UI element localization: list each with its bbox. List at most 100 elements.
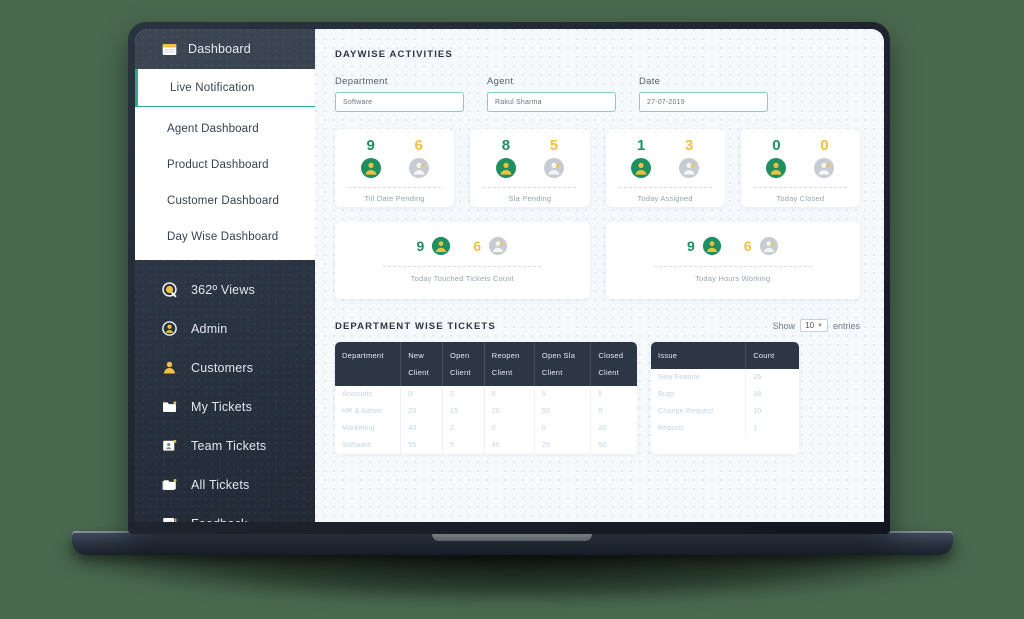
department-table-body: Accounts 0 2 5 5 5 HR & Admin 20 15 20 5… xyxy=(335,386,637,454)
main-content: DAYWISE ACTIVITIES Department Software A… xyxy=(315,29,884,522)
wide-card-today-touched-tickets[interactable]: 9 6 Today Touched Tickets Count xyxy=(335,222,590,299)
table-row[interactable]: Change Request 10 xyxy=(651,403,799,420)
sidebar-item-day-wise-dashboard[interactable]: Day Wise Dashboard xyxy=(135,224,315,250)
agent-avatar-green-icon xyxy=(495,158,516,178)
col-count[interactable]: Count xyxy=(746,342,799,369)
department-table-head: Department New Client Open Client Reopen Cl… xyxy=(335,342,637,386)
stat-card-till-date-pending[interactable]: 9 6 Till Date Pending xyxy=(335,129,455,207)
stat-card-sla-pending[interactable]: 8 5 Sla Pending xyxy=(470,129,590,207)
col-line1: New xyxy=(408,351,425,360)
cell-open: 2 xyxy=(442,420,485,437)
sidebar-item-label: Agent Dashboard xyxy=(167,123,259,135)
sidebar-item-customers[interactable]: Customers xyxy=(135,348,315,387)
cell-count: 10 xyxy=(753,408,762,415)
agent-avatar-gray-icon xyxy=(814,158,835,178)
stat-green-value: 8 xyxy=(501,137,511,154)
wide-card-today-hours-working[interactable]: 9 6 Today Hours Working xyxy=(605,222,860,299)
laptop-lid: Dashboard Live Notification Agent Dashbo… xyxy=(128,22,890,534)
table-header-row: Department New Client Open Client Reopen Cl… xyxy=(335,342,637,386)
col-closed-client[interactable]: Closed Client xyxy=(591,342,637,386)
cell-department: Marketing xyxy=(335,420,402,437)
agent-filter-input[interactable]: Rakul Sharma xyxy=(487,92,616,112)
col-line1: Open xyxy=(450,351,470,360)
sidebar-item-my-tickets[interactable]: My Tickets xyxy=(135,387,315,426)
cell-count: 1 xyxy=(753,425,758,432)
agent-avatar-gray-icon xyxy=(759,236,778,256)
sidebar-item-label: Day Wise Dashboard xyxy=(167,231,279,243)
col-line2: Client xyxy=(598,368,620,377)
cell-department: HR & Admin xyxy=(335,403,402,420)
stat-card-today-assigned[interactable]: 1 3 Today Assigned xyxy=(605,129,725,207)
sidebar-item-team-tickets[interactable]: Team Tickets xyxy=(135,426,315,465)
cell-open-sla: 50 xyxy=(534,403,592,420)
all-tickets-folder-icon xyxy=(162,479,177,491)
sidebar-item-product-dashboard[interactable]: Product Dashboard xyxy=(135,152,315,178)
tables-title: DEPARTMENT WISE TICKETS xyxy=(335,321,496,332)
col-open-sla-client[interactable]: Open Sla Client xyxy=(534,342,592,386)
wide-card-values: 9 6 xyxy=(416,236,508,256)
table-row[interactable]: New Feature 26 xyxy=(651,369,799,386)
agent-avatar-gray-icon xyxy=(679,158,700,178)
table-row[interactable]: Accounts 0 2 5 5 5 xyxy=(335,386,637,403)
cell-reopen: 5 xyxy=(484,386,535,403)
col-open-client[interactable]: Open Client xyxy=(442,342,485,386)
dashboard-icon xyxy=(162,43,177,55)
entries-suffix-label: entries xyxy=(832,320,860,331)
col-issue[interactable]: Issue xyxy=(651,342,747,369)
col-reopen-client[interactable]: Reopen Client xyxy=(484,342,535,386)
sidebar-item-admin[interactable]: Admin xyxy=(135,309,315,348)
stat-card-label: Today Assigned xyxy=(618,187,712,203)
stat-card-today-closed[interactable]: 0 0 Today Closed xyxy=(740,129,860,207)
sidebar-item-label: Admin xyxy=(191,321,228,336)
entries-control: Show 10 ▼ entries xyxy=(773,319,860,332)
table-row[interactable]: Marketing 40 2 0 0 20 xyxy=(335,420,637,437)
sidebar-item-live-notification[interactable]: Live Notification xyxy=(135,69,315,107)
col-new-client[interactable]: New Client xyxy=(400,342,444,386)
wide-card-green-pair: 9 xyxy=(687,236,722,256)
date-filter-label: Date xyxy=(639,76,661,87)
cell-open: 2 xyxy=(442,386,485,403)
col-department[interactable]: Department xyxy=(335,342,402,386)
wide-yellow-value: 6 xyxy=(743,238,752,254)
cell-new: 55 xyxy=(400,437,444,454)
sidebar-submenu: Live Notification Agent Dashboard Produc… xyxy=(135,69,315,260)
stat-card-avatars xyxy=(630,157,700,179)
filters-row: Department Software Agent Rakul Sharma D… xyxy=(335,76,860,112)
wide-card-yellow-pair: 6 xyxy=(473,236,508,256)
table-row[interactable]: HR & Admin 20 15 20 50 0 xyxy=(335,403,637,420)
sidebar-item-label: Live Notification xyxy=(170,81,255,94)
submenu-spacer-top xyxy=(135,107,315,116)
cell-issue: Bugs xyxy=(651,386,747,403)
sidebar-item-feedback[interactable]: Feedback xyxy=(135,504,315,522)
wide-cards-row: 9 6 Today Touched Tickets Count 9 6 Toda… xyxy=(335,222,860,299)
cell-issue: New Feature xyxy=(651,369,747,386)
chevron-down-icon: ▼ xyxy=(817,322,823,329)
sidebar-item-all-tickets[interactable]: All Tickets xyxy=(135,465,315,504)
wide-green-value: 9 xyxy=(686,238,695,254)
sidebar-item-label: Customers xyxy=(191,360,254,375)
table-row[interactable]: Bugs 18 xyxy=(651,386,799,403)
table-row[interactable]: Reports 1 xyxy=(651,420,799,437)
cell-closed: 50 xyxy=(598,442,607,449)
entries-select[interactable]: 10 ▼ xyxy=(800,319,828,332)
admin-user-icon xyxy=(162,321,177,336)
entries-select-value: 10 xyxy=(805,321,815,330)
wide-card-values: 9 6 xyxy=(687,236,779,256)
stat-yellow-value: 6 xyxy=(414,137,423,154)
date-filter-input[interactable]: 27-07-2019 xyxy=(639,92,768,112)
wide-yellow-value: 6 xyxy=(473,238,482,254)
stat-yellow-value: 5 xyxy=(549,137,559,154)
table-row[interactable]: Software 55 5 45 25 50 xyxy=(335,437,637,454)
wide-card-yellow-pair: 6 xyxy=(744,236,779,256)
date-filter: Date 27-07-2019 xyxy=(639,76,768,112)
stat-card-avatars xyxy=(360,157,430,179)
submenu-spacer-3 xyxy=(135,214,315,224)
sidebar-item-agent-dashboard[interactable]: Agent Dashboard xyxy=(135,116,315,142)
cell-closed: 5 xyxy=(598,391,603,398)
stat-green-value: 9 xyxy=(366,137,375,154)
sidebar-item-362-views[interactable]: 362º Views xyxy=(135,270,315,309)
col-line1: Department xyxy=(342,351,384,360)
sidebar-header-dashboard[interactable]: Dashboard xyxy=(135,29,315,69)
sidebar-item-customer-dashboard[interactable]: Customer Dashboard xyxy=(135,188,315,214)
department-filter-input[interactable]: Software xyxy=(335,92,464,112)
